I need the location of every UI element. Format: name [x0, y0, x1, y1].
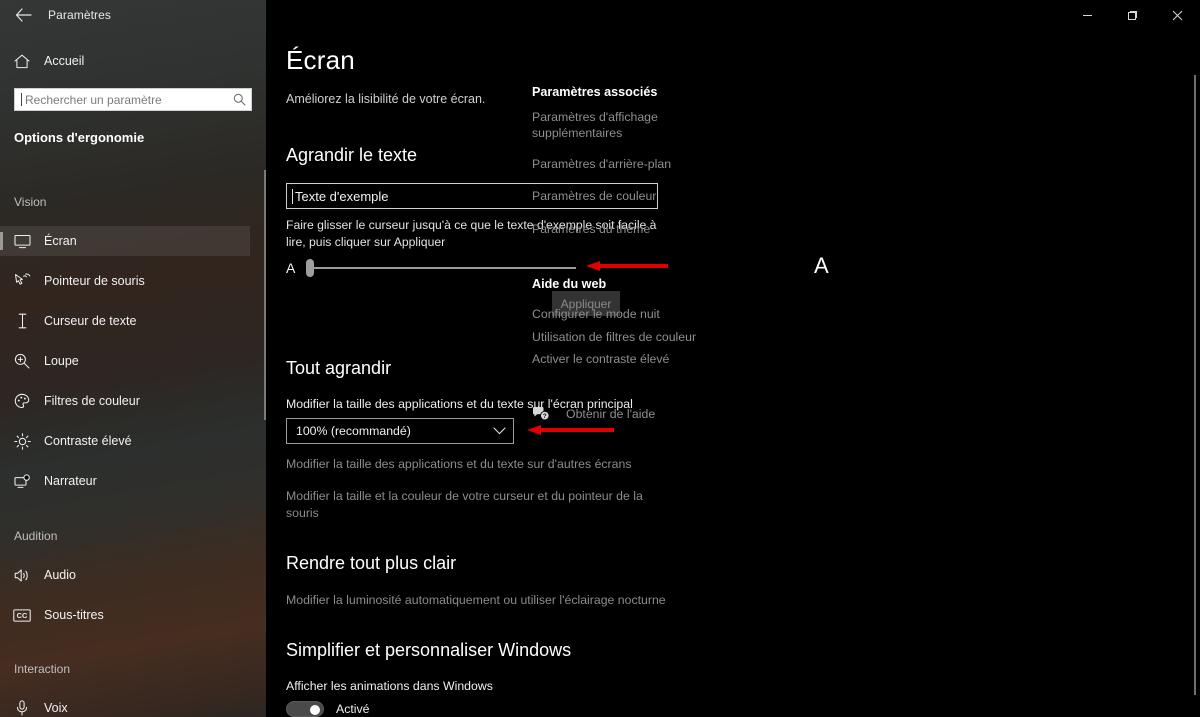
sidebar-item-home[interactable]: Accueil — [0, 47, 250, 75]
help-bubble-icon: ? — [532, 406, 556, 421]
related-settings-heading: Paramètres associés — [532, 85, 658, 99]
title-bar: Paramètres — [0, 0, 1200, 30]
web-link-high-contrast[interactable]: Activer le contraste élevé — [532, 351, 732, 367]
sidebar-item-narrateur[interactable]: Narrateur — [0, 466, 250, 496]
window-title: Paramètres — [48, 8, 112, 22]
mouse-pointer-icon — [0, 273, 44, 289]
magnifier-icon — [0, 353, 44, 369]
sidebar-item-label: Narrateur — [44, 474, 97, 488]
web-link-color-filters[interactable]: Utilisation de filtres de couleur — [532, 329, 732, 345]
slider-track — [310, 267, 576, 269]
sidebar-home-label: Accueil — [44, 54, 85, 68]
sidebar-item-loupe[interactable]: Loupe — [0, 346, 250, 376]
speaker-icon — [0, 568, 44, 583]
section-heading-simplify: Simplifier et personnaliser Windows — [286, 640, 572, 660]
sidebar-item-label: Audio — [44, 568, 76, 582]
brightness-link[interactable]: Modifier la luminosité automatiquement o… — [286, 592, 686, 609]
svg-text:?: ? — [543, 413, 547, 420]
main-scrollbar[interactable] — [1194, 75, 1196, 695]
sidebar-item-label: Sous-titres — [44, 608, 104, 622]
animations-toggle-row[interactable]: Activé — [286, 701, 370, 717]
sidebar-item-label: Loupe — [44, 354, 79, 368]
animations-state-label: Activé — [336, 702, 370, 716]
closed-captions-icon: CC — [0, 608, 44, 622]
palette-icon — [0, 393, 44, 409]
settings-window: Paramètres Accueil Rechercher un paramèt… — [0, 0, 1200, 717]
minimize-button[interactable] — [1065, 0, 1110, 30]
search-input[interactable] — [22, 92, 227, 107]
sidebar: Accueil Options d'ergonomie Vision — [0, 0, 266, 717]
section-heading-enlarge-text: Agrandir le texte — [286, 145, 418, 165]
toggle-knob — [310, 704, 320, 715]
search-box[interactable] — [14, 88, 252, 111]
monitor-icon — [0, 234, 44, 249]
web-link-night-mode[interactable]: Configurer le mode nuit — [532, 306, 732, 322]
page-subtitle: Améliorez la lisibilité de votre écran. — [286, 92, 486, 106]
slider-thumb[interactable] — [306, 259, 314, 277]
maximize-button[interactable] — [1110, 0, 1155, 30]
sidebar-group-audition: Audition — [14, 529, 58, 543]
sidebar-item-label: Contraste élevé — [44, 434, 132, 448]
other-screens-link[interactable]: Modifier la taille des applications et d… — [286, 456, 646, 473]
svg-text:CC: CC — [17, 611, 28, 620]
sidebar-item-ecran[interactable]: Écran — [0, 226, 250, 256]
sidebar-group-vision: Vision — [14, 195, 47, 209]
sidebar-item-voix[interactable]: Voix — [0, 693, 250, 717]
main-content: Écran Améliorez la lisibilité de votre é… — [266, 0, 1200, 717]
get-help-row[interactable]: ? Obtenir de l'aide — [532, 406, 655, 421]
sidebar-item-sous-titres[interactable]: CC Sous-titres — [0, 600, 250, 630]
animations-label: Afficher les animations dans Windows — [286, 679, 493, 693]
search-icon[interactable] — [227, 93, 251, 106]
sidebar-item-label: Pointeur de souris — [44, 274, 145, 288]
sidebar-item-audio[interactable]: Audio — [0, 560, 250, 590]
narrator-icon — [0, 473, 44, 489]
slider-min-label: A — [286, 260, 296, 276]
sidebar-item-label: Filtres de couleur — [44, 394, 140, 408]
get-help-label: Obtenir de l'aide — [566, 406, 656, 421]
sidebar-item-pointeur-de-souris[interactable]: Pointeur de souris — [0, 266, 250, 296]
scale-dropdown[interactable]: 100% (recommandé) — [286, 418, 514, 444]
section-heading-brighter: Rendre tout plus clair — [286, 553, 457, 573]
related-link-theme-settings[interactable]: Paramètres du thème — [532, 221, 732, 237]
microphone-icon — [0, 700, 44, 716]
close-button[interactable] — [1155, 0, 1200, 30]
animations-toggle[interactable] — [286, 701, 324, 717]
sidebar-item-label: Curseur de texte — [44, 314, 137, 328]
sample-text-value: Texte d'exemple — [295, 188, 389, 204]
web-help-heading: Aide du web — [532, 277, 607, 291]
page-title: Écran — [286, 45, 355, 75]
scale-dropdown-value: 100% (recommandé) — [296, 424, 411, 438]
sidebar-item-label: Voix — [44, 701, 68, 715]
sidebar-item-curseur-de-texte[interactable]: Curseur de texte — [0, 306, 250, 336]
back-arrow-icon[interactable] — [4, 0, 42, 30]
sidebar-item-label: Écran — [44, 234, 77, 248]
sidebar-item-contraste-eleve[interactable]: Contraste élevé — [0, 426, 250, 456]
brightness-icon — [0, 432, 44, 450]
sidebar-item-filtres-de-couleur[interactable]: Filtres de couleur — [0, 386, 250, 416]
home-icon — [0, 54, 44, 69]
related-link-background-settings[interactable]: Paramètres d'arrière-plan — [532, 156, 732, 172]
sidebar-group-interaction: Interaction — [14, 662, 71, 676]
slider-max-label: A — [814, 253, 829, 278]
chevron-down-icon — [493, 427, 506, 435]
text-cursor-icon — [0, 313, 44, 329]
related-link-display-settings[interactable]: Paramètres d'affichage supplémentaires — [532, 109, 732, 141]
cursor-size-link[interactable]: Modifier la taille et la couleur de votr… — [286, 488, 646, 522]
window-controls — [1065, 0, 1200, 30]
related-link-color-settings[interactable]: Paramètres de couleur — [532, 188, 732, 204]
section-heading-enlarge-all: Tout agrandir — [286, 358, 392, 378]
page-category-title: Options d'ergonomie — [14, 130, 145, 145]
